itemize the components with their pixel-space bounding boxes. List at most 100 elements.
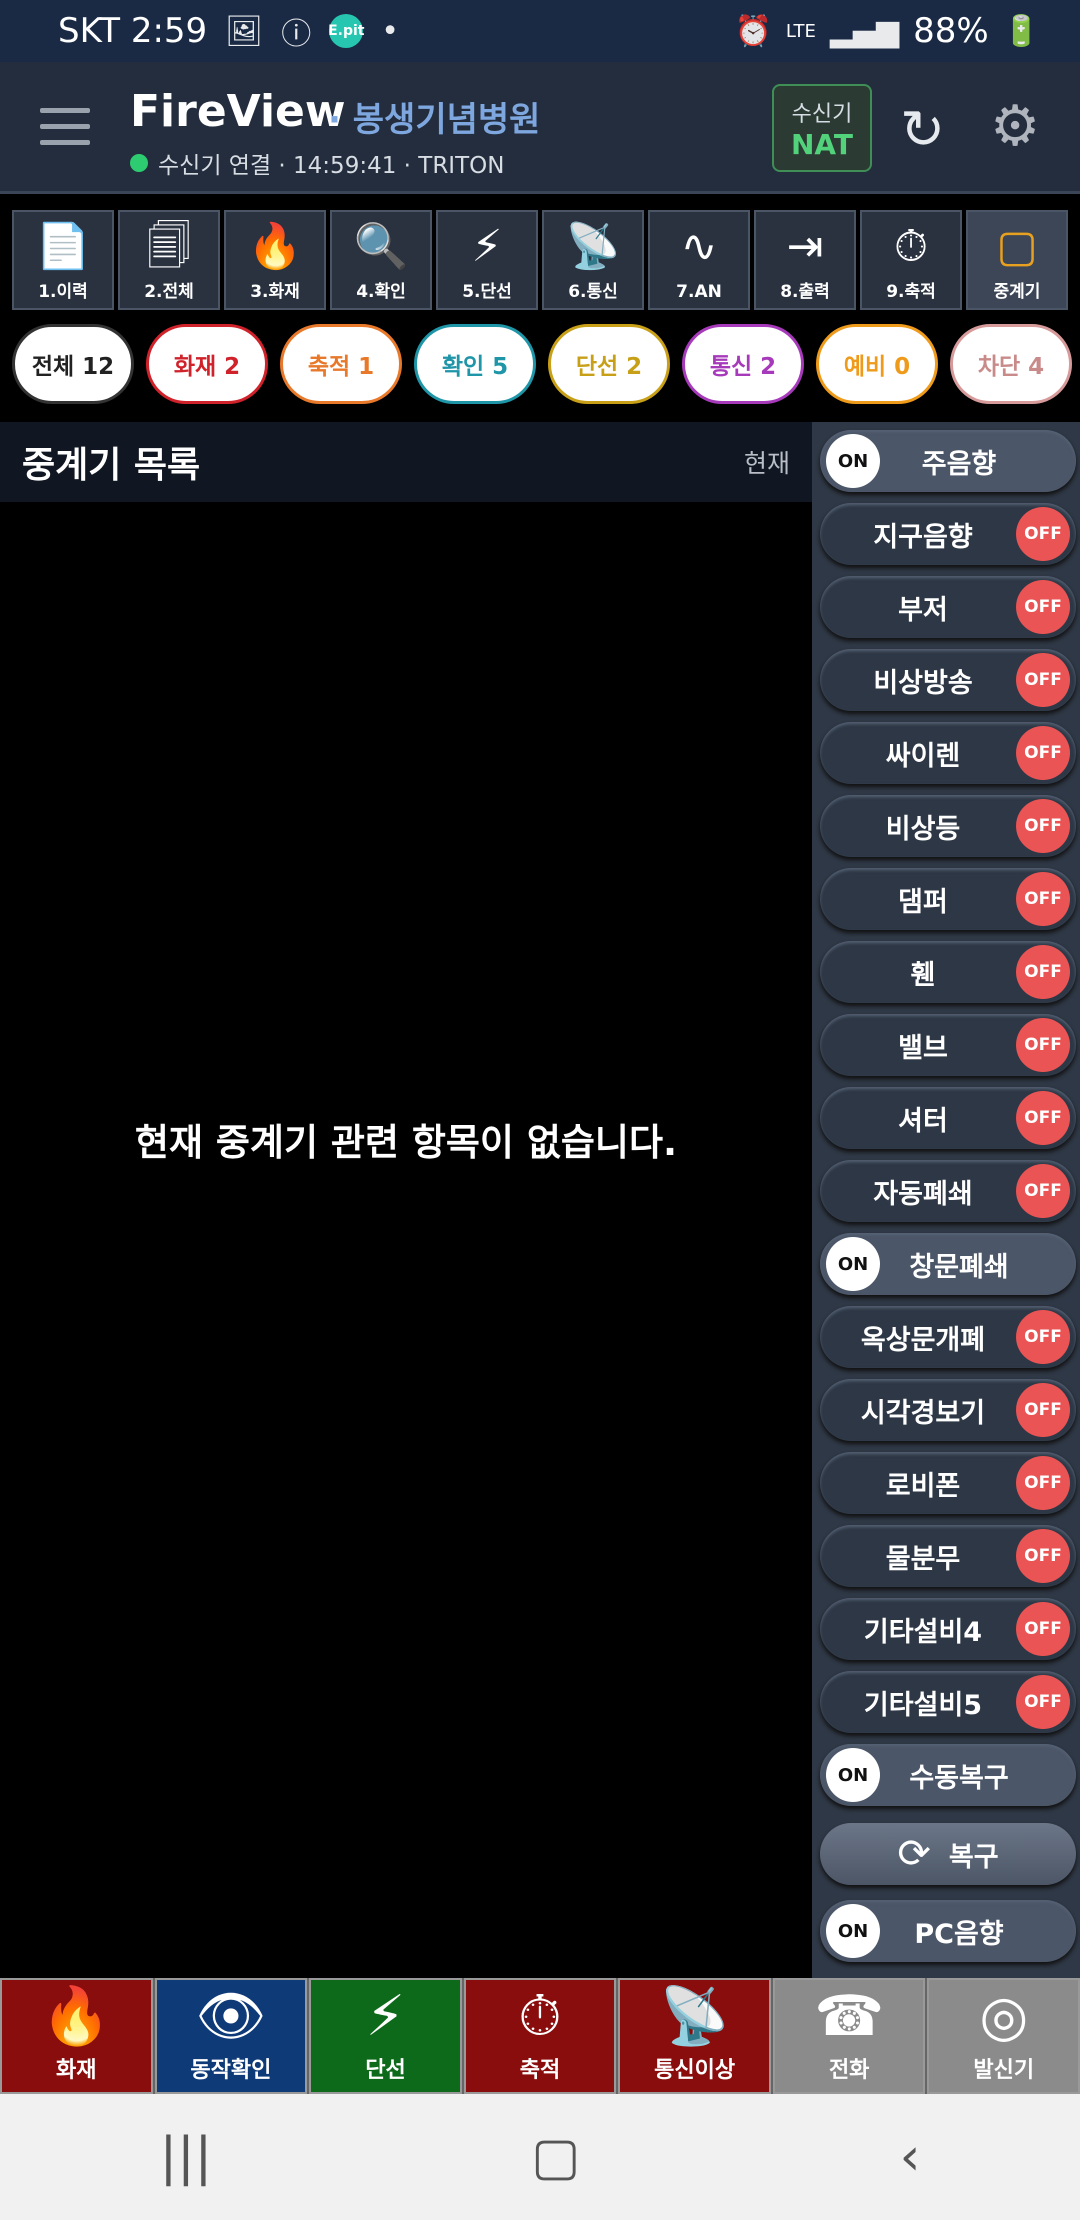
tool-history[interactable]: 📄 1.이력 bbox=[12, 210, 114, 310]
tool-output[interactable]: ⇥ 8.출력 bbox=[754, 210, 856, 310]
filter-all[interactable]: 전체 12 bbox=[12, 324, 134, 404]
tool-comm[interactable]: 📡 6.통신 bbox=[542, 210, 644, 310]
switch-roof-door[interactable]: 옥상문개폐 OFF bbox=[820, 1306, 1076, 1368]
alarm-icon: ⏰ bbox=[734, 13, 772, 49]
connected-dot-icon bbox=[130, 154, 148, 172]
app-header: FireView · 봉생기념병원 수신기 연결 · 14:59:41 · TR… bbox=[0, 62, 1080, 194]
switch-auto-close[interactable]: 자동폐쇄 OFF bbox=[820, 1160, 1076, 1222]
exit-icon: ⇥ bbox=[786, 221, 824, 272]
timer-icon: ⏱ bbox=[893, 221, 929, 272]
switch-manual-restore[interactable]: ON 수동복구 bbox=[820, 1744, 1076, 1806]
bell-icon: ◎ bbox=[979, 1984, 1029, 2049]
current-label: 현재 bbox=[743, 449, 790, 478]
action-transmitter-button[interactable]: ◎ 발신기 bbox=[927, 1978, 1080, 2094]
documents-icon: 🗐 bbox=[147, 221, 191, 272]
tool-fire[interactable]: 🔥 3.화재 bbox=[224, 210, 326, 310]
search-check-icon: 🔍 bbox=[353, 221, 409, 272]
switch-window-close[interactable]: ON 창문폐쇄 bbox=[820, 1233, 1076, 1295]
phone-icon: ☎ bbox=[814, 1984, 885, 2049]
info-icon: ⓘ bbox=[281, 17, 312, 52]
sync-icon: ⟳ bbox=[897, 1831, 931, 1877]
home-icon[interactable]: ▢ bbox=[531, 2127, 580, 2187]
filter-block[interactable]: 차단 4 bbox=[950, 324, 1072, 404]
repeater-list-panel: 중계기 목록 현재 현재 중계기 관련 항목이 없습니다. bbox=[0, 422, 812, 1978]
connection-status: 수신기 연결 · 14:59:41 · TRITON bbox=[130, 146, 504, 180]
app-brand: FireView bbox=[130, 86, 346, 137]
filter-disconnect[interactable]: 단선 2 bbox=[548, 324, 670, 404]
switch-other-5[interactable]: 기타설비5 OFF bbox=[820, 1671, 1076, 1733]
switch-zone-sound[interactable]: 지구음향 OFF bbox=[820, 503, 1076, 565]
switch-panel: ON 주음향 지구음향 OFF 부저 OFF 비상방송 OFF 싸이렌 OFF 비상등 OF… bbox=[812, 422, 1080, 1978]
action-disconnect-button[interactable]: ⚡ 단선 bbox=[309, 1978, 462, 2094]
signal-icon: ▂▄▆ bbox=[829, 13, 900, 49]
tool-an[interactable]: ∿ 7.AN bbox=[648, 210, 750, 310]
broken-line-icon: ⚡ bbox=[471, 221, 503, 272]
switch-water-spray[interactable]: 물분무 OFF bbox=[820, 1525, 1076, 1587]
eye-icon: 👁 bbox=[195, 1984, 267, 2049]
switch-buzzer[interactable]: 부저 OFF bbox=[820, 576, 1076, 638]
status-bar: SKT 2:59 🖼 ⓘ E.pit • ⏰ LTE ▂▄▆ 88% 🔋 bbox=[0, 0, 1080, 62]
filter-reserve[interactable]: 예비 0 bbox=[816, 324, 938, 404]
tool-all[interactable]: 🗐 2.전체 bbox=[118, 210, 220, 310]
epit-icon: E.pit bbox=[328, 14, 364, 48]
satellite-dish-icon: 📡 bbox=[565, 221, 621, 272]
panel-header: 중계기 목록 현재 bbox=[0, 422, 812, 502]
restore-button[interactable]: ⟳ 복구 bbox=[820, 1823, 1076, 1885]
switch-lobby-phone[interactable]: 로비폰 OFF bbox=[820, 1452, 1076, 1514]
action-bar: 🔥 화재 👁 동작확인 ⚡ 단선 ⏱ 축적 📡 통신이상 ☎ 전화 ◎ 발신기 bbox=[0, 1978, 1080, 2094]
filter-comm[interactable]: 통신 2 bbox=[682, 324, 804, 404]
panel-title: 중계기 목록 bbox=[22, 445, 201, 486]
carrier-time: SKT 2:59 bbox=[58, 11, 208, 51]
switch-pc-sound[interactable]: ON PC음향 bbox=[820, 1900, 1076, 1962]
tool-bar: 📄 1.이력 🗐 2.전체 🔥 3.화재 🔍 4.확인 ⚡ 5.단선 📡 6.통신 ∿ 7.A… bbox=[12, 210, 1072, 310]
action-comm-error-button[interactable]: 📡 통신이상 bbox=[618, 1978, 771, 2094]
filter-fire[interactable]: 화재 2 bbox=[146, 324, 268, 404]
timer-icon: ⏱ bbox=[518, 1984, 562, 2049]
refresh-icon[interactable]: ↻ bbox=[900, 98, 945, 161]
filter-confirm[interactable]: 확인 5 bbox=[414, 324, 536, 404]
action-accumulate-button[interactable]: ⏱ 축적 bbox=[463, 1978, 617, 2094]
tool-disconnect[interactable]: ⚡ 5.단선 bbox=[436, 210, 538, 310]
receiver-label: 수신기 bbox=[791, 102, 853, 127]
filter-accumulate[interactable]: 축적 1 bbox=[280, 324, 402, 404]
tool-repeater[interactable]: ▢ 중계기 bbox=[966, 210, 1068, 310]
switch-main-sound[interactable]: ON 주음향 bbox=[820, 430, 1076, 492]
action-phone-button[interactable]: ☎ 전화 bbox=[772, 1978, 926, 2094]
menu-icon[interactable] bbox=[40, 108, 90, 148]
wave-icon: ∿ bbox=[680, 221, 718, 272]
image-icon: 🖼 bbox=[225, 13, 264, 49]
back-icon[interactable]: ‹ bbox=[900, 2127, 921, 2187]
switch-other-4[interactable]: 기타설비4 OFF bbox=[820, 1598, 1076, 1660]
switch-fan[interactable]: 휀 OFF bbox=[820, 941, 1076, 1003]
action-fire-button[interactable]: 🔥 화재 bbox=[0, 1978, 153, 2094]
broken-line-icon: ⚡ bbox=[365, 1984, 406, 2049]
satellite-dish-icon: 📡 bbox=[659, 1984, 730, 2049]
system-nav-bar: ||| ▢ ‹ bbox=[0, 2094, 1080, 2220]
tool-accumulate[interactable]: ⏱ 9.축적 bbox=[860, 210, 962, 310]
switch-shutter[interactable]: 셔터 OFF bbox=[820, 1087, 1076, 1149]
switch-emergency-light[interactable]: 비상등 OFF bbox=[820, 795, 1076, 857]
gear-icon[interactable]: ⚙ bbox=[990, 94, 1040, 159]
fire-icon: 🔥 bbox=[41, 1984, 112, 2049]
receiver-badge[interactable]: 수신기 NAT bbox=[772, 84, 872, 172]
switch-valve[interactable]: 밸브 OFF bbox=[820, 1014, 1076, 1076]
switch-damper[interactable]: 댐퍼 OFF bbox=[820, 868, 1076, 930]
battery-icon: 🔋 bbox=[1002, 13, 1040, 49]
battery-percent: 88% bbox=[913, 11, 989, 51]
switch-emergency-broadcast[interactable]: 비상방송 OFF bbox=[820, 649, 1076, 711]
action-check-button[interactable]: 👁 동작확인 bbox=[154, 1978, 308, 2094]
fire-icon: 🔥 bbox=[247, 221, 303, 272]
document-icon: 📄 bbox=[35, 221, 91, 272]
receiver-value: NAT bbox=[790, 128, 854, 161]
switch-visual-alarm[interactable]: 시각경보기 OFF bbox=[820, 1379, 1076, 1441]
network-type: LTE bbox=[785, 20, 816, 42]
switch-siren[interactable]: 싸이렌 OFF bbox=[820, 722, 1076, 784]
connection-text: 수신기 연결 · 14:59:41 · TRITON bbox=[158, 153, 505, 179]
tool-check[interactable]: 🔍 4.확인 bbox=[330, 210, 432, 310]
hospital-name: · 봉생기념병원 bbox=[328, 100, 541, 140]
empty-message: 현재 중계기 관련 항목이 없습니다. bbox=[134, 1121, 678, 1164]
filter-bar: 전체 12 화재 2 축적 1 확인 5 단선 2 통신 2 예비 0 차단 4 bbox=[12, 324, 1072, 404]
dot-icon: • bbox=[381, 13, 399, 49]
repeater-icon: ▢ bbox=[996, 221, 1038, 272]
recent-apps-icon[interactable]: ||| bbox=[160, 2127, 213, 2187]
